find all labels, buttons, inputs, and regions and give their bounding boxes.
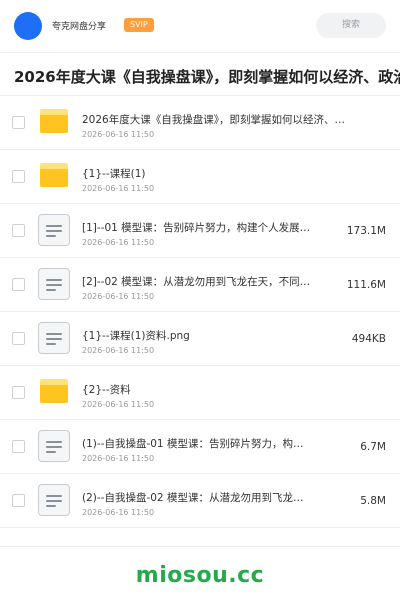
- file-date: 2026-06-16 11:50: [82, 238, 155, 247]
- file-date: 2026-06-16 11:50: [82, 292, 155, 301]
- file-size: 173.1M: [346, 225, 386, 237]
- file-date: 2026-06-16 11:50: [82, 130, 155, 139]
- file-name: {2}--资料: [82, 384, 131, 396]
- file-row[interactable]: {1}--课程(1) 2026-06-16 11:50: [0, 150, 400, 204]
- select-checkbox[interactable]: [12, 386, 25, 399]
- file-name: [1]--01 模型课：告别碎片努力，构建个人发展…: [82, 222, 311, 234]
- folder-icon: [40, 109, 68, 133]
- file-list: 2026年度大课《自我操盘课》，即刻掌握如何以经济、政治… 2026-06-16 …: [0, 96, 400, 528]
- file-size: 111.6M: [346, 279, 386, 291]
- select-checkbox[interactable]: [12, 170, 25, 183]
- select-checkbox[interactable]: [12, 224, 25, 237]
- title-bar: 2026年度大课《自我操盘课》，即刻掌握如何以经济、政治、: [0, 52, 400, 96]
- file-row[interactable]: [2]--02 模型课：从潜龙勿用到飞龙在天，不同… 2026-06-16 11:…: [0, 258, 400, 312]
- file-row[interactable]: 2026年度大课《自我操盘课》，即刻掌握如何以经济、政治… 2026-06-16 …: [0, 96, 400, 150]
- file-name: (1)--自我操盘-01 模型课：告别碎片努力，构…: [82, 438, 304, 450]
- search-button[interactable]: 搜索: [316, 13, 386, 38]
- file-size: 6.7M: [360, 441, 386, 453]
- file-date: 2026-06-16 11:50: [82, 454, 155, 463]
- file-name: (2)--自我操盘-02 模型课：从潜龙勿用到飞龙…: [82, 492, 304, 504]
- document-icon: [38, 214, 70, 246]
- file-date: 2026-06-16 11:50: [82, 346, 155, 355]
- file-row[interactable]: {2}--资料 2026-06-16 11:50: [0, 366, 400, 420]
- file-row[interactable]: (1)--自我操盘-01 模型课：告别碎片努力，构… 2026-06-16 11:…: [0, 420, 400, 474]
- avatar[interactable]: [14, 12, 42, 40]
- file-date: 2026-06-16 11:50: [82, 184, 155, 193]
- select-checkbox[interactable]: [12, 440, 25, 453]
- svip-badge: SVIP: [124, 18, 154, 32]
- file-row[interactable]: (2)--自我操盘-02 模型课：从潜龙勿用到飞龙… 2026-06-16 11:…: [0, 474, 400, 528]
- brand-name: 夸克网盘分享: [52, 22, 107, 32]
- document-icon: [38, 268, 70, 300]
- select-checkbox[interactable]: [12, 116, 25, 129]
- document-icon: [38, 430, 70, 462]
- file-date: 2026-06-16 11:50: [82, 508, 155, 517]
- document-icon: [38, 322, 70, 354]
- file-date: 2026-06-16 11:50: [82, 400, 155, 409]
- file-name: {1}--课程(1)资料.png: [82, 330, 190, 342]
- file-row[interactable]: [1]--01 模型课：告别碎片努力，构建个人发展… 2026-06-16 11:…: [0, 204, 400, 258]
- select-checkbox[interactable]: [12, 494, 25, 507]
- file-name: 2026年度大课《自我操盘课》，即刻掌握如何以经济、政治…: [82, 114, 346, 126]
- file-name: [2]--02 模型课：从潜龙勿用到飞龙在天，不同…: [82, 276, 311, 288]
- footer-divider: [0, 546, 400, 547]
- file-name: {1}--课程(1): [82, 168, 146, 180]
- select-checkbox[interactable]: [12, 278, 25, 291]
- select-checkbox[interactable]: [12, 332, 25, 345]
- top-header: 夸克网盘分享 SVIP 搜索: [0, 0, 400, 52]
- document-icon: [38, 484, 70, 516]
- file-row[interactable]: {1}--课程(1)资料.png 2026-06-16 11:50 494KB: [0, 312, 400, 366]
- file-size: 5.8M: [360, 495, 386, 507]
- file-size: 494KB: [351, 333, 386, 345]
- folder-icon: [40, 163, 68, 187]
- site-watermark: miosou.cc: [135, 563, 265, 588]
- page-title: 2026年度大课《自我操盘课》，即刻掌握如何以经济、政治、: [14, 68, 400, 86]
- folder-icon: [40, 379, 68, 403]
